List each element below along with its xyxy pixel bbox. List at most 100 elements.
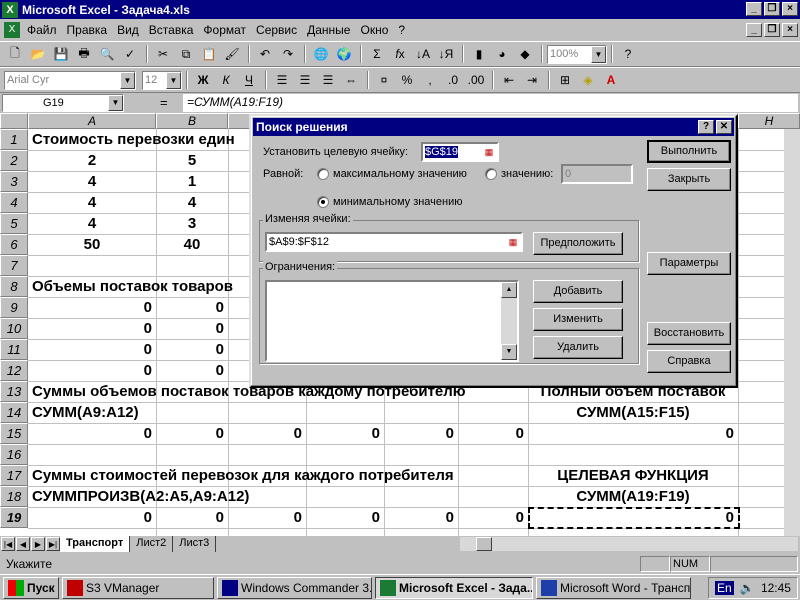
row-header[interactable]: 13 xyxy=(0,381,28,402)
menu-edit[interactable]: Правка xyxy=(62,23,113,37)
row-header-selected[interactable]: 19 xyxy=(0,507,28,528)
cell-a5[interactable]: 4 xyxy=(28,213,156,234)
language-indicator[interactable]: En xyxy=(715,581,734,595)
cell-a9[interactable]: 0 xyxy=(28,297,156,318)
prev-sheet-icon[interactable]: ◀ xyxy=(16,537,30,551)
cell-a3[interactable]: 4 xyxy=(28,171,156,192)
cell-e15[interactable]: 0 xyxy=(384,423,458,444)
delete-button[interactable]: Удалить xyxy=(533,336,623,359)
cell-a17[interactable]: Суммы стоимостей перевозок для каждого п… xyxy=(32,465,454,486)
cell-a15[interactable]: 0 xyxy=(28,423,156,444)
scroll-thumb[interactable] xyxy=(476,537,492,551)
guess-button[interactable]: Предположить xyxy=(533,232,623,255)
cell-a14[interactable]: СУММ(A9:A12) xyxy=(32,402,139,423)
cell-g15[interactable]: 0 xyxy=(528,423,738,444)
decrease-indent-icon[interactable]: ⇤ xyxy=(498,70,520,90)
min-radio-label[interactable]: минимальному значению xyxy=(333,196,463,208)
target-cell-input[interactable]: $G$19 ▦ xyxy=(421,142,499,162)
row-header[interactable]: 6 xyxy=(0,234,28,255)
row-header[interactable]: 2 xyxy=(0,150,28,171)
max-radio-label[interactable]: максимальному значению xyxy=(333,168,467,180)
drawing-icon[interactable]: ◆ xyxy=(514,44,536,64)
row-header[interactable]: 12 xyxy=(0,360,28,381)
row-header[interactable]: 18 xyxy=(0,486,28,507)
close-button[interactable]: × xyxy=(782,2,798,16)
collapse-dialog-icon[interactable]: ▦ xyxy=(481,145,497,159)
new-icon[interactable]: 🗋 xyxy=(4,44,26,64)
row-header[interactable]: 7 xyxy=(0,255,28,276)
underline-button[interactable]: Ч xyxy=(238,70,260,90)
row-header[interactable]: 9 xyxy=(0,297,28,318)
menu-view[interactable]: Вид xyxy=(112,23,144,37)
fill-color-icon[interactable]: ◈ xyxy=(577,70,599,90)
format-painter-icon[interactable]: 🖌 xyxy=(221,44,243,64)
map-icon[interactable]: ◕ xyxy=(491,44,513,64)
chevron-down-icon[interactable]: ▼ xyxy=(166,71,181,89)
constraints-list[interactable]: ▲ ▼ xyxy=(265,280,519,362)
cell-b11[interactable]: 0 xyxy=(156,339,228,360)
row-header[interactable]: 14 xyxy=(0,402,28,423)
cell-b9[interactable]: 0 xyxy=(156,297,228,318)
select-all-corner[interactable] xyxy=(0,113,28,129)
menu-insert[interactable]: Вставка xyxy=(144,23,199,37)
chevron-down-icon[interactable]: ▼ xyxy=(108,95,123,111)
taskbar-item-wincmd[interactable]: Windows Commander 3.0... xyxy=(217,576,372,599)
taskbar-item-excel[interactable]: Microsoft Excel - Зада... xyxy=(375,576,533,599)
autosum-icon[interactable]: Σ xyxy=(366,44,388,64)
chevron-down-icon[interactable]: ▼ xyxy=(591,45,606,63)
currency-icon[interactable]: ¤ xyxy=(373,70,395,90)
sheet-tab-2[interactable]: Лист2 xyxy=(130,536,174,552)
chevron-down-icon[interactable]: ▼ xyxy=(120,71,135,89)
doc-close-button[interactable]: × xyxy=(782,23,798,37)
scroll-down-icon[interactable]: ▼ xyxy=(501,344,517,360)
percent-icon[interactable]: % xyxy=(396,70,418,90)
align-center-icon[interactable]: ☰ xyxy=(294,70,316,90)
open-icon[interactable]: 📂 xyxy=(27,44,49,64)
name-box[interactable]: G19 ▼ xyxy=(2,94,124,112)
font-size-select[interactable]: 12 ▼ xyxy=(142,70,182,90)
sheet-tab-3[interactable]: Лист3 xyxy=(173,536,217,552)
list-scrollbar[interactable]: ▲ ▼ xyxy=(501,282,517,360)
chart-wizard-icon[interactable]: ▮ xyxy=(468,44,490,64)
horizontal-scrollbar[interactable] xyxy=(460,537,798,551)
value-radio-label[interactable]: значению: xyxy=(501,168,553,180)
last-sheet-icon[interactable]: ▶| xyxy=(46,537,60,551)
align-right-icon[interactable]: ☰ xyxy=(317,70,339,90)
dialog-close-button[interactable]: ✕ xyxy=(716,120,732,134)
merge-center-icon[interactable]: ⇔ xyxy=(340,70,362,90)
cell-a10[interactable]: 0 xyxy=(28,318,156,339)
row-header[interactable]: 17 xyxy=(0,465,28,486)
first-sheet-icon[interactable]: |◀ xyxy=(1,537,15,551)
row-header[interactable]: 3 xyxy=(0,171,28,192)
vertical-scrollbar[interactable] xyxy=(784,129,800,536)
restore-button[interactable]: ❐ xyxy=(764,2,780,16)
cell-a19[interactable]: 0 xyxy=(28,507,156,528)
menu-help[interactable]: ? xyxy=(393,23,410,37)
hyperlink-icon[interactable]: 🌐 xyxy=(310,44,332,64)
cell-e19[interactable]: 0 xyxy=(384,507,458,528)
row-header[interactable]: 15 xyxy=(0,423,28,444)
increase-decimal-icon[interactable]: .0 xyxy=(442,70,464,90)
cell-g17[interactable]: ЦЕЛЕВАЯ ФУНКЦИЯ xyxy=(528,465,738,486)
col-header-a[interactable]: A xyxy=(28,113,156,129)
cell-a6[interactable]: 50 xyxy=(28,234,156,255)
value-input[interactable]: 0 xyxy=(561,164,633,184)
bold-button[interactable]: Ж xyxy=(192,70,214,90)
borders-icon[interactable]: ⊞ xyxy=(554,70,576,90)
web-toolbar-icon[interactable]: 🌍 xyxy=(333,44,355,64)
doc-minimize-button[interactable]: _ xyxy=(746,23,762,37)
cell-b19[interactable]: 0 xyxy=(156,507,228,528)
add-button[interactable]: Добавить xyxy=(533,280,623,303)
start-button[interactable]: Пуск xyxy=(3,576,59,599)
align-left-icon[interactable]: ☰ xyxy=(271,70,293,90)
excel-app-icon[interactable]: X xyxy=(2,1,18,18)
cell-a12[interactable]: 0 xyxy=(28,360,156,381)
close-dialog-button[interactable]: Закрыть xyxy=(647,168,731,191)
collapse-dialog-icon[interactable]: ▦ xyxy=(505,235,521,249)
cell-b4[interactable]: 4 xyxy=(156,192,228,213)
increase-indent-icon[interactable]: ⇥ xyxy=(521,70,543,90)
value-radio[interactable] xyxy=(485,168,497,180)
spelling-icon[interactable]: ✓ xyxy=(119,44,141,64)
font-color-icon[interactable]: A xyxy=(600,70,622,90)
cell-a11[interactable]: 0 xyxy=(28,339,156,360)
